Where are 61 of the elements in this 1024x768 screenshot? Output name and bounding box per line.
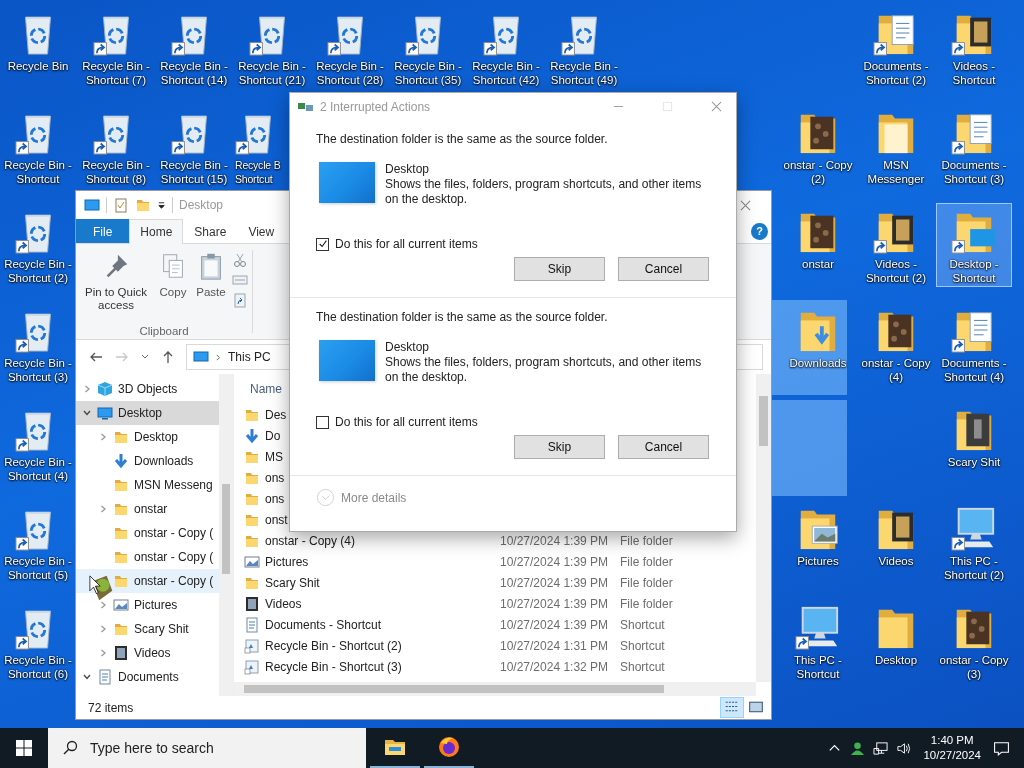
item-name: Desktop <box>385 340 431 355</box>
icon-label: Documents - Shortcut (3) <box>940 158 1008 186</box>
icon-label: Documents - Shortcut (2) <box>862 59 930 87</box>
icon-label: onstar - Copy (4) <box>860 356 932 384</box>
icon-label: Pictures <box>797 554 839 568</box>
icon-label: onstar - Copy (3) <box>938 653 1010 681</box>
icon-label: Recycle B Shortcut <box>235 158 282 186</box>
icon-label: Recycle Bin - Shortcut (15) <box>159 158 229 186</box>
icon-label: Recycle Bin - Shortcut (2) <box>3 257 73 285</box>
file-type: Shortcut <box>620 638 665 653</box>
icon-label: Recycle Bin - Shortcut (21) <box>237 59 307 87</box>
icon-label: Recycle Bin - Shortcut <box>3 158 73 186</box>
icon-label: Recycle Bin - Shortcut (6) <box>3 653 73 681</box>
icon-label: Recycle Bin - Shortcut (35) <box>393 59 463 87</box>
icon-label: Videos - Shortcut (2) <box>864 257 928 285</box>
file-date: 10/27/2024 1:31 PM <box>500 638 610 653</box>
item-description: Shows the files, folders, program shortcuts, and other items on the desktop. <box>385 177 703 207</box>
file-type: File folder <box>620 596 673 611</box>
file-date: 10/27/2024 1:39 PM <box>500 554 610 569</box>
icon-label: Videos <box>878 554 914 568</box>
icon-label: Recycle Bin - Shortcut (5) <box>3 554 73 582</box>
file-type: Shortcut <box>620 617 665 632</box>
window-title: Desktop <box>179 198 224 212</box>
icon-label: Desktop <box>874 653 918 667</box>
icon-label: Documents - Shortcut (4) <box>940 356 1008 384</box>
file-type: File folder <box>620 575 673 590</box>
icon-label: Recycle Bin - Shortcut (3) <box>3 356 73 384</box>
icon-label: Recycle Bin - Shortcut (4) <box>3 455 73 483</box>
conflict-message: The destination folder is the same as the source folder. <box>316 310 609 324</box>
icon-label: Recycle Bin - Shortcut (42) <box>471 59 541 87</box>
item-name: Desktop <box>385 162 431 177</box>
file-date: 10/27/2024 1:32 PM <box>500 659 610 674</box>
icon-label: Recycle Bin - Shortcut (49) <box>549 59 619 87</box>
icon-label: onstar <box>802 257 834 271</box>
item-description: Shows the files, folders, program shortcuts, and other items on the desktop. <box>385 355 703 385</box>
file-date: 10/27/2024 1:39 PM <box>500 575 610 590</box>
icon-label: Desktop - Shortcut <box>948 257 1000 285</box>
file-date: 10/27/2024 1:39 PM <box>500 596 610 611</box>
icon-label: Videos - Shortcut <box>951 59 997 87</box>
item-count: 72 items <box>88 700 134 715</box>
icon-label: onstar - Copy (2) <box>782 158 854 186</box>
icon-label: This PC - Shortcut <box>793 653 843 681</box>
icon-label: Recycle Bin <box>7 59 69 73</box>
window-title: 2 Interrupted Actions <box>320 99 431 114</box>
clock-time: 1:40 PM <box>930 733 974 748</box>
icon-label: This PC - Shortcut (2) <box>942 554 1006 582</box>
file-type: File folder <box>620 554 673 569</box>
conflict-message: The destination folder is the same as the source folder. <box>316 132 609 146</box>
clock-date: 10/27/2024 <box>923 748 981 763</box>
icon-label: Recycle Bin - Shortcut (7) <box>81 59 151 87</box>
icon-label: MSN Messenger <box>866 158 926 186</box>
icon-label: Recycle Bin - Shortcut (28) <box>315 59 385 87</box>
icon-label: Recycle Bin - Shortcut (14) <box>159 59 229 87</box>
icon-label: Scary Shit <box>947 455 1001 469</box>
group-label: Clipboard <box>139 325 189 337</box>
file-date: 10/27/2024 1:39 PM <box>500 533 610 548</box>
file-type: File folder <box>620 533 673 548</box>
file-type: Shortcut <box>620 659 665 674</box>
file-date: 10/27/2024 1:39 PM <box>500 617 610 632</box>
icon-label: Downloads <box>789 356 847 370</box>
icon-label: Recycle Bin - Shortcut (8) <box>81 158 151 186</box>
